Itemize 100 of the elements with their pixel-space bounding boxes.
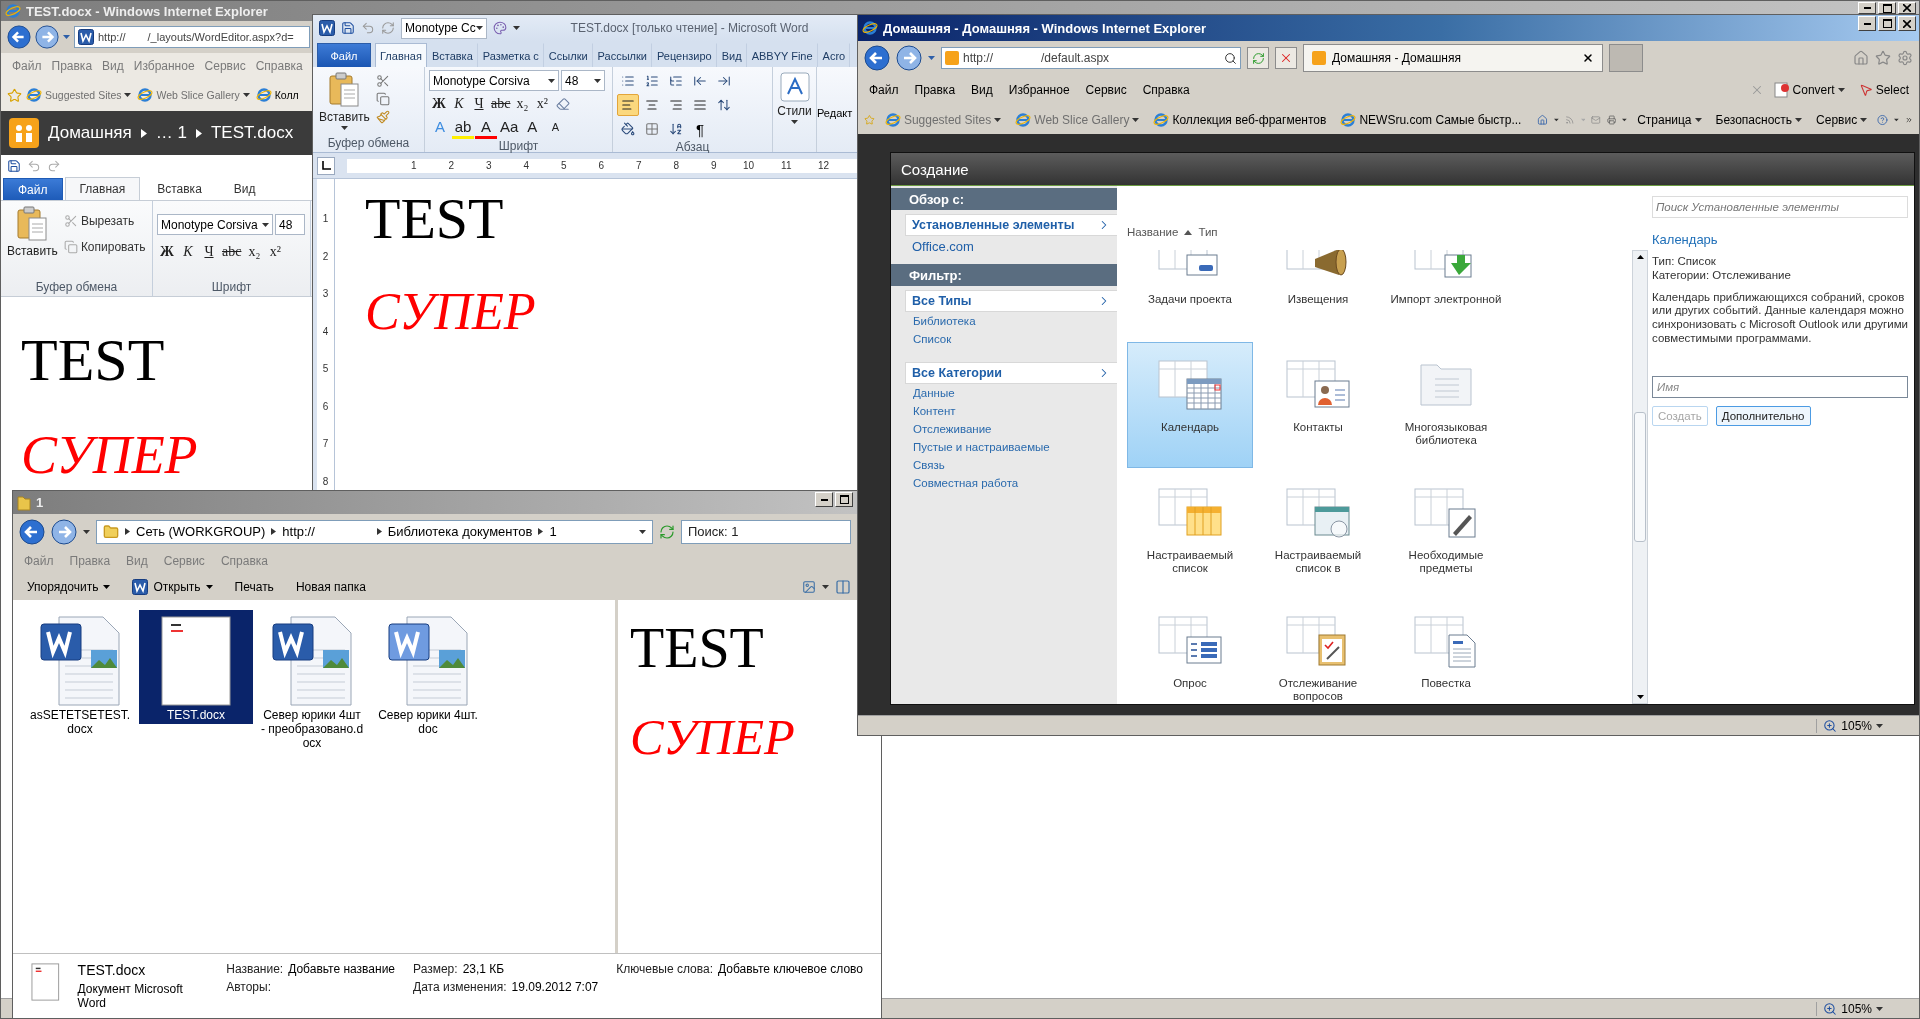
path-segment[interactable]: 1 [549,524,557,539]
format-button[interactable]: К [178,241,198,263]
select-button[interactable]: Select [1854,83,1913,97]
dropdown-arrow-icon[interactable] [103,584,111,589]
favorite-link[interactable]: Колл [253,87,301,103]
format-button[interactable]: x₂ [244,241,265,263]
template-tile[interactable]: Настраиваемый список [1127,470,1253,596]
dropdown-arrow-icon[interactable] [1876,1006,1883,1011]
font-style-button[interactable]: A [475,117,497,139]
address-field[interactable]: http:// /default.aspx [941,47,1241,69]
filter-link[interactable]: Связь [913,456,945,474]
cut-icon[interactable] [375,74,390,88]
template-tile[interactable]: Отслеживание вопросов [1255,598,1381,704]
dropdown-arrow-icon[interactable] [340,126,348,130]
dropdown-arrow-icon[interactable] [594,78,601,83]
template-tile[interactable]: Извещения [1255,250,1381,340]
filter-link[interactable]: Отслеживание [913,420,992,438]
scrollbar-thumb[interactable] [1634,412,1646,542]
menu-item[interactable]: Файл [864,81,904,99]
filter-item[interactable]: Все Типы [905,290,1117,312]
print-icon[interactable] [1606,112,1617,127]
address-field[interactable]: http:// /_layouts/WordEditor.aspx?d= [74,26,310,48]
maximize-button[interactable] [1878,2,1896,14]
palette-icon[interactable] [493,21,507,35]
editing-button[interactable]: Редакт [817,107,853,119]
save-icon[interactable] [341,21,355,35]
refresh-button[interactable] [1247,47,1269,69]
close-button[interactable] [1898,16,1916,31]
name-field[interactable]: Имя [1652,375,1908,398]
menu-item[interactable]: Вид [97,57,129,75]
forward-button[interactable] [51,518,77,545]
path-segment[interactable]: http:// [282,524,315,539]
pilcrow-button[interactable]: ¶ [689,118,711,140]
copy-button[interactable]: Копировать [63,238,146,256]
menu-item[interactable]: Сервис [1080,81,1132,99]
font-style-button[interactable]: Aa [498,117,521,139]
scroll-down-icon[interactable] [1636,695,1644,699]
dropdown-arrow-icon[interactable] [262,222,269,227]
sort-column[interactable]: Название [1127,226,1179,238]
forward-button[interactable] [35,25,59,49]
breadcrumb-link[interactable]: … 1 [155,123,187,143]
format-painter-icon[interactable] [375,110,390,124]
minimize-button[interactable] [1858,16,1876,31]
filter-item[interactable]: Все Категории [905,362,1117,384]
align-button[interactable] [617,94,639,116]
menu-item[interactable]: Избранное [1003,81,1075,99]
dropdown-arrow-icon[interactable] [639,529,646,534]
format-button[interactable]: К [449,93,469,115]
template-tile[interactable]: Необходимые предметы [1383,470,1509,596]
template-tile[interactable]: Импорт электронной [1383,250,1509,340]
file-item[interactable]: Север юрики 4шт.doc [371,610,485,738]
styles-button[interactable]: Стили [777,70,812,126]
ribbon-tab[interactable]: Главная [375,43,427,67]
file-item[interactable]: Север юрики 4шт - преобразовано.docx [255,610,369,752]
save-icon[interactable] [7,159,21,173]
back-button[interactable] [7,25,31,49]
toolbar-button[interactable]: Новая папка [287,577,374,596]
dropdown-arrow-icon[interactable] [124,93,132,97]
breadcrumb-link[interactable]: TEST.docx [210,123,294,143]
ribbon-tab[interactable]: Файл [317,43,371,67]
toolbar-button[interactable]: Упорядочить [19,577,119,596]
dropdown-arrow-icon[interactable] [476,26,483,30]
dropdown-arrow-icon[interactable] [791,120,798,124]
convert-button[interactable]: Convert [1769,82,1849,98]
menu-item[interactable]: Справка [1137,81,1195,99]
browser-tab[interactable]: Домашняя - Домашняя [1303,44,1603,72]
ribbon-tab[interactable]: Вставка [142,177,217,200]
dropdown-arrow-icon[interactable] [205,584,213,589]
favorites-star-icon[interactable] [1875,50,1891,66]
dropdown-arrow-icon[interactable] [1554,117,1560,122]
format-button[interactable]: x₂ [512,93,533,115]
dropdown-arrow-icon[interactable] [1860,117,1868,122]
template-tile[interactable]: Задачи проекта [1127,250,1253,340]
paste-button[interactable]: Вставить [5,204,60,280]
format-button[interactable]: abc [220,241,244,263]
stop-button[interactable] [1275,47,1297,69]
paste-button[interactable]: Вставить [317,70,372,136]
command-menu[interactable]: Сервис [1812,112,1872,127]
tab-selector[interactable] [317,156,335,175]
font-style-button[interactable]: ab [452,117,474,139]
menu-item[interactable]: Сервис [199,57,251,75]
back-button[interactable] [864,45,890,71]
maximize-button[interactable] [1878,16,1896,31]
dropdown-arrow-icon[interactable] [994,117,1002,122]
breadcrumb-link[interactable]: Домашняя [48,123,132,143]
copy-icon[interactable] [375,92,390,106]
format-button[interactable]: x² [532,93,553,115]
format-button[interactable]: Ж [157,241,177,263]
dropdown-arrow-icon[interactable] [513,26,520,30]
favorite-link[interactable]: NEWSru.com Самые быстр... [1336,111,1526,128]
font-style-button[interactable]: A [521,117,544,139]
path-segment[interactable]: Библиотека документов [387,524,533,539]
font-name-field[interactable]: Monotype Corsiva [157,214,273,235]
menu-item[interactable]: Избранное [128,57,200,75]
dropdown-arrow-icon[interactable] [1694,117,1702,122]
file-item[interactable]: TEST.docx [139,610,253,724]
minimize-button[interactable] [1858,2,1876,14]
font-style-button[interactable]: A [544,117,567,139]
dropdown-arrow-icon[interactable] [242,93,250,97]
menu-item[interactable]: Вид [966,81,998,99]
